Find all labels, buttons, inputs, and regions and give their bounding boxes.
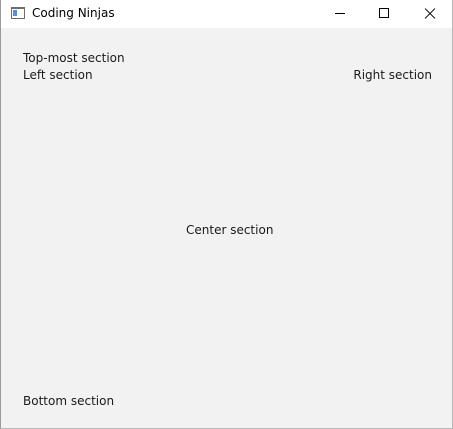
top-section-label: Top-most section [23,51,125,65]
maximize-button[interactable] [361,0,407,28]
center-section-label: Center section [186,223,274,237]
app-icon [11,7,25,19]
title-bar[interactable]: Coding Ninjas [1,0,452,28]
close-button[interactable] [407,0,453,28]
close-icon [424,7,436,19]
bottom-section-label: Bottom section [23,394,115,408]
maximize-icon [379,8,389,18]
window-title: Coding Ninjas [32,6,115,20]
minimize-button[interactable] [317,0,363,28]
left-section-label: Left section [23,68,93,82]
minimize-icon [335,13,345,14]
app-window: Coding Ninjas Top-most section Left sect… [0,0,453,429]
right-section-label: Right section [353,68,432,82]
